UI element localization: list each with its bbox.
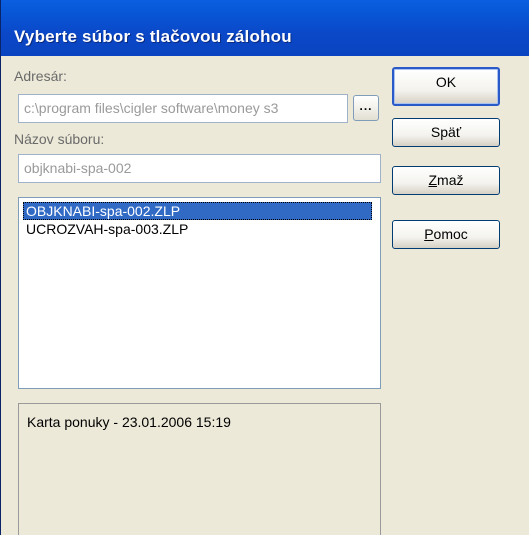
- file-select-dialog: Vyberte súbor s tlačovou zálohou Adresár…: [0, 0, 529, 535]
- list-item[interactable]: UCROZVAH-spa-003.ZLP: [23, 220, 191, 238]
- directory-field[interactable]: c:\program files\cigler software\money s…: [18, 94, 348, 123]
- file-info-panel: Karta ponuky - 23.01.2006 15:19: [18, 403, 381, 535]
- ellipsis-icon: ...: [359, 99, 373, 113]
- list-item[interactable]: OBJKNABI-spa-002.ZLP: [23, 202, 372, 220]
- file-list[interactable]: OBJKNABI-spa-002.ZLP UCROZVAH-spa-003.ZL…: [18, 197, 381, 389]
- title-bar[interactable]: Vyberte súbor s tlačovou zálohou: [1, 0, 529, 56]
- ok-button[interactable]: OK: [392, 67, 500, 106]
- filename-label: Názov súboru:: [14, 131, 105, 147]
- help-accelerator: P: [424, 226, 434, 242]
- file-info-text: Karta ponuky - 23.01.2006 15:19: [27, 414, 231, 430]
- delete-label: maž: [437, 172, 464, 188]
- browse-directory-button[interactable]: ...: [353, 95, 379, 121]
- delete-button[interactable]: Zmaž: [392, 166, 500, 195]
- delete-accelerator: Z: [428, 172, 438, 188]
- help-button[interactable]: Pomoc: [392, 220, 500, 249]
- help-label: omoc: [433, 226, 468, 242]
- dialog-title: Vyberte súbor s tlačovou zálohou: [14, 27, 292, 46]
- directory-label: Adresár:: [14, 68, 67, 84]
- back-button[interactable]: Späť: [392, 118, 500, 147]
- filename-field[interactable]: objknabi-spa-002: [18, 154, 381, 183]
